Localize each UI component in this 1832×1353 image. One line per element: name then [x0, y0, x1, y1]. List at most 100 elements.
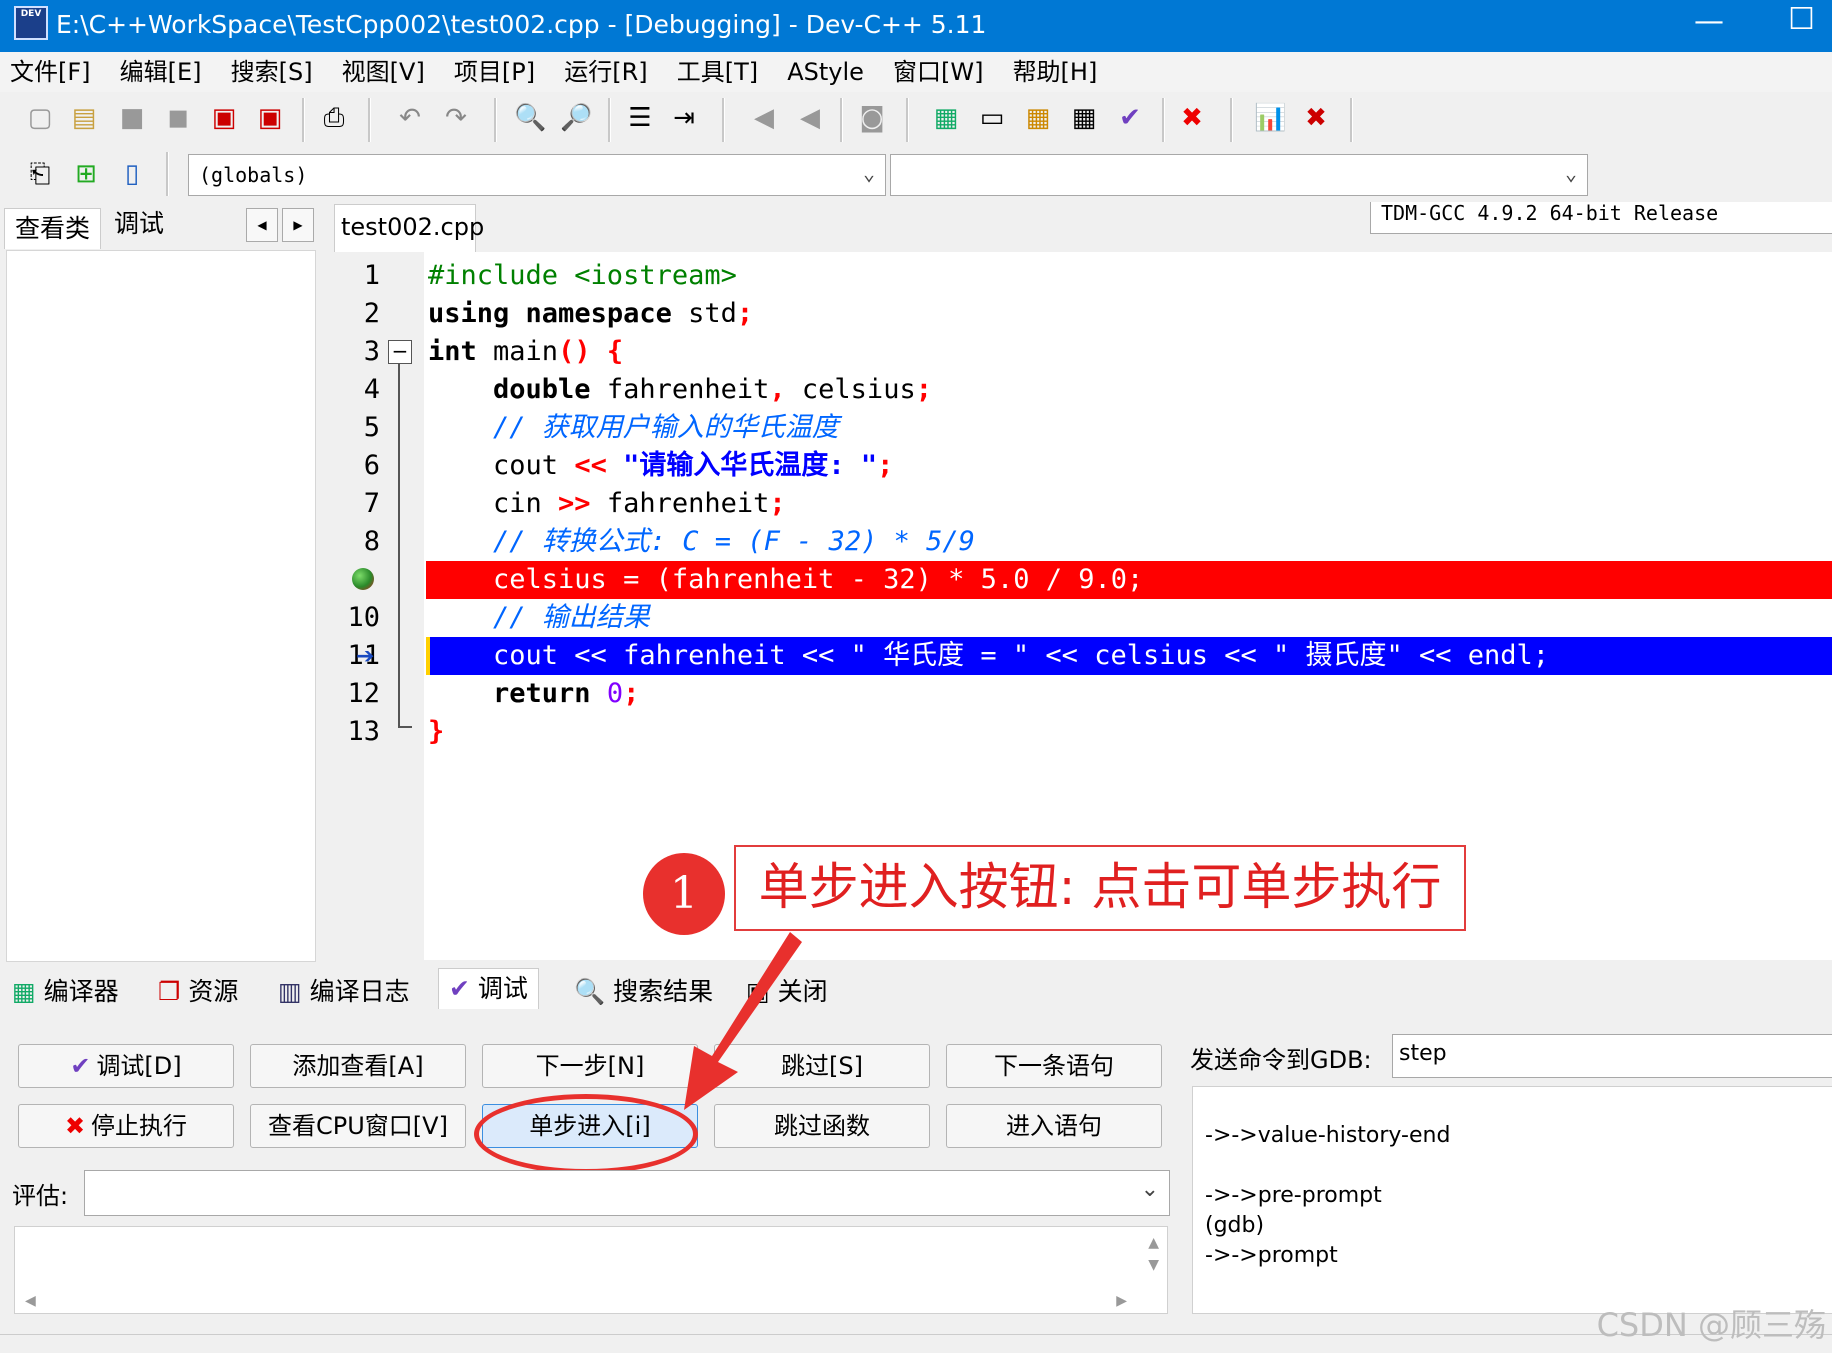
code-line-3: int main() {: [428, 336, 624, 367]
menu-help[interactable]: 帮助[H]: [1003, 52, 1112, 92]
compiler-icon: ▦: [12, 977, 44, 1006]
print-icon[interactable]: ⎙: [318, 102, 350, 134]
goto-line-icon[interactable]: ◙: [856, 102, 888, 134]
code-line-10: // 输出结果: [428, 602, 650, 633]
check-icon: ✔: [449, 974, 478, 1003]
profile-icon[interactable]: 📊: [1254, 102, 1286, 134]
next-statement-button[interactable]: 下一条语句: [946, 1044, 1162, 1088]
tab-compiler[interactable]: ▦ 编译器: [12, 972, 119, 1012]
evaluate-label: 评估:: [12, 1182, 69, 1210]
app-icon: DEV: [14, 6, 48, 40]
compile-run-icon[interactable]: ▦: [1022, 102, 1054, 134]
tab-debug-bottom[interactable]: ✔ 调试: [438, 968, 539, 1009]
open-file-icon[interactable]: ▤: [68, 102, 100, 134]
line-number-gutter: 1 2 3 4 5 6 7 8 10 11 ➔ 12 13 −: [334, 252, 424, 960]
stop-execution-button[interactable]: ✖ 停止执行: [18, 1104, 234, 1148]
chart-icon: ▥: [278, 977, 310, 1006]
fold-toggle-icon[interactable]: −: [388, 340, 412, 364]
save-icon[interactable]: ■: [116, 102, 148, 134]
debug-button[interactable]: ✔ 调试[D]: [18, 1044, 234, 1088]
toggle-bookmark-icon[interactable]: ◀: [748, 102, 780, 134]
goto-bookmark-icon[interactable]: ◀: [794, 102, 826, 134]
line-number: 7: [363, 488, 380, 519]
chevron-down-icon: ⌄: [1564, 161, 1577, 185]
code-line-2: using namespace std;: [428, 298, 754, 329]
menu-file[interactable]: 文件[F]: [0, 52, 105, 92]
into-statement-button[interactable]: 进入语句: [946, 1104, 1162, 1148]
add-member-icon[interactable]: ⊞: [70, 158, 102, 190]
new-file-icon[interactable]: ▢: [24, 102, 56, 134]
line-number: 13: [347, 716, 380, 747]
tab-debug[interactable]: 调试: [104, 204, 174, 244]
menu-astyle[interactable]: AStyle: [777, 52, 878, 92]
evaluate-input[interactable]: ⌄: [84, 1170, 1170, 1216]
function-select[interactable]: ⌄: [890, 154, 1588, 196]
indent-icon[interactable]: ☰: [624, 102, 656, 134]
fold-line: [398, 364, 400, 728]
watermark: CSDN @顾三殇: [1596, 1306, 1826, 1344]
line-number: 3: [363, 336, 380, 367]
redo-icon[interactable]: ↷: [440, 102, 472, 134]
editor-tab[interactable]: test002.cpp: [334, 204, 484, 253]
stop-icon: ✖: [64, 1112, 86, 1140]
run-icon[interactable]: ▭: [976, 102, 1008, 134]
unindent-icon[interactable]: ⇥: [668, 102, 700, 134]
tab-resources[interactable]: ❐ 资源: [158, 972, 238, 1012]
menu-edit[interactable]: 编辑[E]: [110, 52, 216, 92]
left-panel-tabs: 查看类 调试 ◀ ▶: [0, 202, 320, 252]
maximize-button[interactable]: ☐: [1788, 2, 1815, 37]
code-line-6: cout << "请输入华氏温度: ";: [428, 450, 894, 481]
window-title: E:\C++WorkSpace\TestCpp002\test002.cpp -…: [56, 10, 987, 39]
cpu-window-button[interactable]: 查看CPU窗口[V]: [250, 1104, 466, 1148]
gdb-command-input[interactable]: step: [1392, 1034, 1832, 1078]
current-line-arrow-icon: ➔: [356, 644, 375, 669]
new-class-icon[interactable]: ⎗: [24, 158, 56, 190]
scroll-right-icon[interactable]: ▶: [1116, 1293, 1127, 1309]
gdb-output-line: ->->prompt: [1205, 1243, 1338, 1268]
compile-icon[interactable]: ▦: [930, 102, 962, 134]
line-number: 1: [363, 260, 380, 291]
gdb-output[interactable]: ->->value-history-end ->->pre-prompt (gd…: [1192, 1086, 1832, 1314]
menu-run[interactable]: 运行[R]: [554, 52, 661, 92]
close-file-icon[interactable]: ▣: [208, 102, 240, 134]
scroll-left-icon[interactable]: ◀: [25, 1293, 36, 1309]
chevron-down-icon: ⌄: [862, 161, 875, 185]
rebuild-icon[interactable]: ▦: [1068, 102, 1100, 134]
menu-search[interactable]: 搜索[S]: [221, 52, 327, 92]
insert-icon[interactable]: ▯: [116, 158, 148, 190]
title-bar: DEV E:\C++WorkSpace\TestCpp002\test002.c…: [0, 0, 1832, 52]
code-line-5: // 获取用户输入的华氏温度: [428, 412, 839, 443]
undo-icon[interactable]: ↶: [394, 102, 426, 134]
gdb-output-line: (gdb): [1205, 1213, 1265, 1238]
stop-execution-icon[interactable]: ✖: [1176, 102, 1208, 134]
tab-compile-log[interactable]: ▥ 编译日志: [278, 972, 410, 1012]
menu-tools[interactable]: 工具[T]: [667, 52, 772, 92]
tab-scroll-right-button[interactable]: ▶: [282, 208, 314, 242]
save-all-icon[interactable]: ◼: [162, 102, 194, 134]
tab-scroll-left-button[interactable]: ◀: [246, 208, 278, 242]
close-all-icon[interactable]: ▣: [254, 102, 286, 134]
tab-class-browser[interactable]: 查看类: [4, 208, 102, 249]
scroll-up-icon[interactable]: ▲: [1148, 1235, 1159, 1251]
breakpoint-icon[interactable]: [352, 568, 374, 590]
line-number: 6: [363, 450, 380, 481]
code-line-7: cin >> fahrenheit;: [428, 488, 786, 519]
evaluate-output[interactable]: ▲ ▼ ◀ ▶: [14, 1226, 1168, 1314]
status-bar: [0, 1334, 1832, 1353]
scroll-down-icon[interactable]: ▼: [1148, 1257, 1159, 1273]
scope-select[interactable]: (globals) ⌄: [188, 154, 886, 196]
code-line-1: #include <iostream>: [428, 260, 737, 291]
replace-icon[interactable]: 🔎: [560, 102, 592, 134]
menu-project[interactable]: 项目[P]: [444, 52, 549, 92]
gdb-command-label: 发送命令到GDB:: [1190, 1046, 1372, 1074]
debug-check-icon[interactable]: ✔: [1114, 102, 1146, 134]
minimize-button[interactable]: —: [1694, 4, 1724, 39]
editor-tab-label: test002.cpp: [341, 213, 485, 241]
class-browser-panel[interactable]: [6, 250, 316, 962]
code-line-13: }: [428, 716, 445, 747]
menu-window[interactable]: 窗口[W]: [883, 52, 997, 92]
find-icon[interactable]: 🔍: [514, 102, 546, 134]
add-watch-button[interactable]: 添加查看[A]: [250, 1044, 466, 1088]
delete-profile-icon[interactable]: ✖: [1300, 102, 1332, 134]
menu-view[interactable]: 视图[V]: [332, 52, 439, 92]
